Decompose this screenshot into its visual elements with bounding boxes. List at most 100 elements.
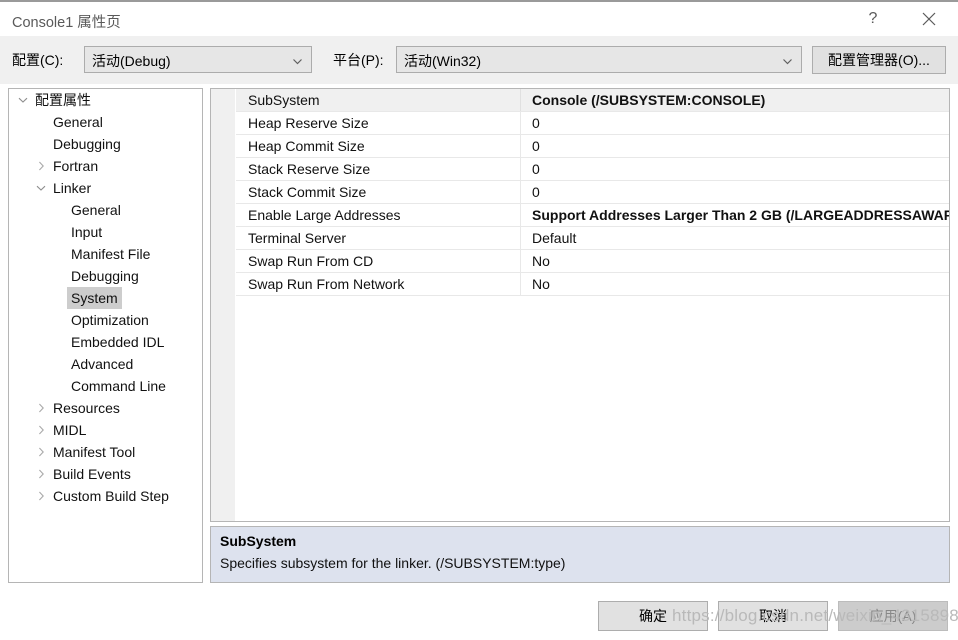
column-separator	[520, 135, 521, 157]
tree-item-linker[interactable]: Linker	[9, 177, 202, 199]
tree-item-custom-build-step[interactable]: Custom Build Step	[9, 485, 202, 507]
close-icon	[921, 11, 937, 27]
property-row[interactable]: SubSystem Console (/SUBSYSTEM:CONSOLE)	[236, 89, 949, 112]
tree-item-label: Manifest File	[71, 246, 151, 262]
property-value[interactable]: No	[532, 276, 949, 292]
platform-combobox[interactable]: 活动(Win32)	[396, 46, 802, 73]
help-button[interactable]: ?	[850, 2, 896, 36]
property-name: Swap Run From Network	[248, 276, 405, 292]
property-pages-tree[interactable]: 配置属性 General Debugging Fortran Linker General…	[8, 88, 203, 583]
property-name: Heap Reserve Size	[248, 115, 369, 131]
chevron-down-icon	[782, 55, 793, 66]
property-row[interactable]: Swap Run From CD No	[236, 250, 949, 273]
window-title: Console1 属性页	[12, 15, 121, 31]
tree-item-build-events[interactable]: Build Events	[9, 463, 202, 485]
column-separator	[520, 250, 521, 272]
property-grid[interactable]: SubSystem Console (/SUBSYSTEM:CONSOLE) Hea…	[210, 88, 950, 522]
property-row[interactable]: Swap Run From Network No	[236, 273, 949, 296]
chevron-down-icon	[292, 55, 303, 66]
column-separator	[520, 89, 521, 111]
chevron-right-icon[interactable]	[33, 463, 49, 485]
tree-item-label: Custom Build Step	[53, 488, 169, 504]
configuration-label: 配置(C):	[12, 52, 64, 68]
tree-item-general[interactable]: General	[9, 111, 202, 133]
property-name: Stack Reserve Size	[248, 161, 371, 177]
tree-item-system[interactable]: System	[9, 287, 202, 309]
tree-item-label: Embedded IDL	[71, 334, 165, 350]
platform-label: 平台(P):	[333, 52, 384, 68]
column-separator	[520, 158, 521, 180]
tree-item-label: Linker	[53, 180, 92, 196]
tree-item-command-line[interactable]: Command Line	[9, 375, 202, 397]
title-bar: Console1 属性页 ?	[0, 0, 958, 36]
property-value[interactable]: 0	[532, 184, 949, 200]
chevron-right-icon[interactable]	[33, 155, 49, 177]
tree-item-label: Input	[71, 224, 103, 240]
property-row[interactable]: Terminal Server Default	[236, 227, 949, 250]
tree-item-embedded-idl[interactable]: Embedded IDL	[9, 331, 202, 353]
close-button[interactable]	[906, 2, 952, 36]
tree-item-label: Fortran	[53, 158, 99, 174]
property-value[interactable]: 0	[532, 161, 949, 177]
column-separator	[520, 112, 521, 134]
chevron-right-icon[interactable]	[33, 485, 49, 507]
tree-item-optimization[interactable]: Optimization	[9, 309, 202, 331]
property-value[interactable]: Console (/SUBSYSTEM:CONSOLE)	[532, 92, 949, 108]
chevron-right-icon[interactable]	[33, 441, 49, 463]
tree-item-midl[interactable]: MIDL	[9, 419, 202, 441]
tree-item-label: Optimization	[71, 312, 149, 328]
tree-item-label: 配置属性	[35, 92, 91, 108]
tree-item-manifest-tool[interactable]: Manifest Tool	[9, 441, 202, 463]
property-grid-gutter	[211, 89, 236, 521]
configuration-combobox[interactable]: 活动(Debug)	[84, 46, 312, 73]
tree-item-label: Debugging	[71, 268, 139, 284]
chevron-right-icon[interactable]	[33, 397, 49, 419]
property-value[interactable]: Default	[532, 230, 949, 246]
chevron-down-icon[interactable]	[33, 177, 49, 199]
property-row[interactable]: Stack Commit Size 0	[236, 181, 949, 204]
tree-item-[interactable]: 配置属性	[9, 89, 202, 111]
configuration-combobox-value: 活动(Debug)	[92, 53, 171, 69]
property-name: Stack Commit Size	[248, 184, 367, 200]
chevron-right-icon[interactable]	[33, 419, 49, 441]
tree-item-debugging[interactable]: Debugging	[9, 265, 202, 287]
tree-item-general[interactable]: General	[9, 199, 202, 221]
apply-button: 应用(A)	[838, 601, 948, 631]
property-name: Swap Run From CD	[248, 253, 374, 269]
property-value[interactable]: 0	[532, 115, 949, 131]
tree-item-label: Debugging	[53, 136, 121, 152]
column-separator	[520, 273, 521, 295]
tree-item-label: Build Events	[53, 466, 131, 482]
tree-item-manifest-file[interactable]: Manifest File	[9, 243, 202, 265]
property-name: Enable Large Addresses	[248, 207, 401, 223]
column-separator	[520, 181, 521, 203]
property-value[interactable]: 0	[532, 138, 949, 154]
tree-item-fortran[interactable]: Fortran	[9, 155, 202, 177]
property-value[interactable]: No	[532, 253, 949, 269]
property-row[interactable]: Heap Commit Size 0	[236, 135, 949, 158]
property-row[interactable]: Stack Reserve Size 0	[236, 158, 949, 181]
question-mark-icon: ?	[868, 10, 878, 27]
property-name: SubSystem	[248, 92, 320, 108]
platform-combobox-value: 活动(Win32)	[404, 53, 482, 69]
property-name: Heap Commit Size	[248, 138, 365, 154]
property-name: Terminal Server	[248, 230, 347, 246]
tree-item-resources[interactable]: Resources	[9, 397, 202, 419]
property-value[interactable]: Support Addresses Larger Than 2 GB (/LAR…	[532, 207, 949, 223]
tree-item-label: General	[53, 114, 103, 130]
property-description-body: Specifies subsystem for the linker. (/SU…	[220, 555, 566, 571]
column-separator	[520, 227, 521, 249]
ok-button[interactable]: 确定	[598, 601, 708, 631]
property-row[interactable]: Enable Large Addresses Support Addresses …	[236, 204, 949, 227]
tree-item-label: Resources	[53, 400, 120, 416]
tree-item-label: MIDL	[53, 422, 87, 438]
cancel-button[interactable]: 取消	[718, 601, 828, 631]
tree-item-advanced[interactable]: Advanced	[9, 353, 202, 375]
tree-item-debugging[interactable]: Debugging	[9, 133, 202, 155]
tree-item-label: System	[67, 287, 122, 309]
tree-item-input[interactable]: Input	[9, 221, 202, 243]
configuration-manager-button[interactable]: 配置管理器(O)...	[812, 46, 946, 74]
chevron-down-icon[interactable]	[15, 89, 31, 111]
property-row[interactable]: Heap Reserve Size 0	[236, 112, 949, 135]
property-grid-rows: SubSystem Console (/SUBSYSTEM:CONSOLE) Hea…	[236, 89, 949, 296]
